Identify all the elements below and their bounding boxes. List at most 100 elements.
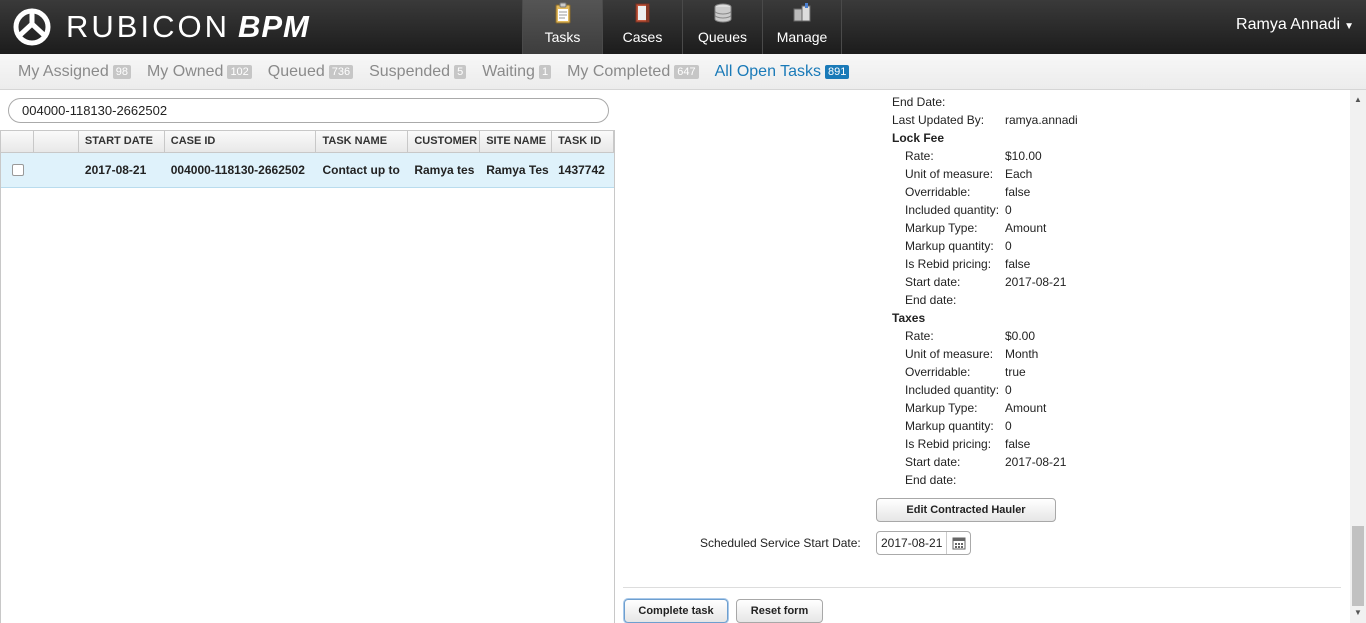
last-updated-label: Last Updated By: — [892, 113, 985, 127]
lock-fee-included-label: Included quantity: — [905, 203, 1000, 217]
count-badge: 736 — [328, 64, 354, 79]
taxes-markup-qty-label: Markup quantity: — [905, 419, 994, 433]
taxes-end-label: End date: — [905, 473, 957, 487]
taxes-title: Taxes — [892, 311, 926, 325]
tab-cases[interactable]: Cases — [602, 0, 682, 54]
lock-fee-rebid-label: Is Rebid pricing: — [905, 257, 992, 271]
cell-start-date: 2017-08-21 — [84, 163, 147, 177]
taxes-included: 0 — [1005, 383, 1012, 397]
lock-fee-overridable-label: Overridable: — [905, 185, 971, 199]
tab-queues-label: Queues — [697, 29, 748, 45]
tab-manage-label: Manage — [776, 29, 828, 45]
count-badge: 98 — [112, 64, 131, 79]
count-badge: 1 — [538, 64, 552, 79]
manage-icon — [793, 3, 811, 22]
divider — [623, 587, 1341, 588]
header-task-name[interactable]: TASK NAME — [316, 131, 409, 152]
lock-fee-markup-qty-label: Markup quantity: — [905, 239, 994, 253]
cell-site-name: Ramya Tes — [486, 163, 549, 177]
taxes-uom-label: Unit of measure: — [905, 347, 994, 361]
count-badge: 891 — [825, 64, 850, 79]
header-task-id[interactable]: TASK ID — [552, 131, 615, 152]
header-blank — [34, 131, 79, 152]
filter-my-completed[interactable]: My Completed 647 — [567, 63, 699, 81]
scroll-down-icon[interactable]: ▼ — [1350, 605, 1366, 621]
header-customer[interactable]: CUSTOMER — [408, 131, 481, 152]
folder-icon — [635, 3, 649, 23]
lock-fee-uom-label: Unit of measure: — [905, 167, 994, 181]
cell-customer: Ramya tes — [414, 163, 475, 177]
taxes-uom: Month — [1005, 347, 1039, 361]
app-logo[interactable]: RUBICON BPM — [10, 7, 310, 47]
lock-fee-rate: $10.00 — [1005, 149, 1042, 163]
taxes-overridable-label: Overridable: — [905, 365, 971, 379]
row-checkbox[interactable] — [12, 164, 24, 176]
filter-my-owned[interactable]: My Owned 102 — [147, 63, 252, 81]
search-input[interactable]: 004000-118130-2662502 — [8, 98, 609, 123]
count-badge: 5 — [454, 64, 467, 79]
edit-contracted-hauler-button[interactable]: Edit Contracted Hauler — [876, 498, 1056, 522]
lock-fee-start: 2017-08-21 — [1005, 275, 1067, 289]
filter-my-assigned[interactable]: My Assigned 98 — [18, 63, 131, 81]
cell-task-name: Contact up to — [322, 163, 400, 177]
lock-fee-rate-label: Rate: — [905, 149, 934, 163]
taxes-rate: $0.00 — [1005, 329, 1036, 343]
lock-fee-markup-type: Amount — [1005, 221, 1047, 235]
taxes-overridable: true — [1005, 365, 1026, 379]
scroll-up-icon[interactable]: ▲ — [1350, 92, 1366, 108]
header-select[interactable] — [1, 131, 34, 152]
tab-manage[interactable]: Manage — [762, 0, 842, 54]
header-case-id[interactable]: CASE ID — [165, 131, 317, 152]
header-site-name[interactable]: SITE NAME — [480, 131, 553, 152]
user-menu[interactable]: Ramya Annadi ▼ — [1236, 16, 1354, 34]
grid-header: START DATE CASE ID TASK NAME CUSTOMER SI… — [1, 131, 615, 153]
database-icon — [714, 3, 731, 23]
clipboard-icon — [555, 2, 570, 24]
calendar-icon[interactable] — [946, 532, 970, 554]
lock-fee-included: 0 — [1005, 203, 1012, 217]
filter-queued[interactable]: Queued 736 — [268, 63, 354, 81]
last-updated-value: ramya.annadi — [1005, 113, 1078, 127]
reset-form-button[interactable]: Reset form — [736, 599, 823, 623]
taxes-markup-qty: 0 — [1005, 419, 1012, 433]
scrollbar-thumb[interactable] — [1352, 526, 1364, 606]
table-row[interactable]: 2017-08-21 004000-118130-2662502 Contact… — [1, 153, 614, 188]
cell-task-id: 1437742 — [558, 163, 605, 177]
taxes-included-label: Included quantity: — [905, 383, 1000, 397]
end-date-label: End Date: — [892, 95, 946, 109]
cell-case-id: 004000-118130-2662502 — [170, 163, 305, 177]
count-badge: 102 — [227, 64, 252, 79]
main-nav-tabs: Tasks Cases Queues Manage — [522, 0, 842, 54]
taxes-markup-type: Amount — [1005, 401, 1047, 415]
scheduled-start-date-value: 2017-08-21 — [881, 536, 943, 550]
filter-suspended[interactable]: Suspended 5 — [369, 63, 467, 81]
header-start-date[interactable]: START DATE — [79, 131, 165, 152]
count-badge: 647 — [674, 64, 699, 79]
lock-fee-title: Lock Fee — [892, 131, 945, 145]
lock-fee-overridable: false — [1005, 185, 1031, 199]
complete-task-button[interactable]: Complete task — [624, 599, 728, 623]
row-select-cell — [1, 153, 34, 187]
tab-tasks[interactable]: Tasks — [522, 0, 602, 54]
lock-fee-uom: Each — [1005, 167, 1033, 181]
lock-fee-markup-type-label: Markup Type: — [905, 221, 978, 235]
taxes-rebid-label: Is Rebid pricing: — [905, 437, 992, 451]
tab-tasks-label: Tasks — [544, 29, 581, 45]
detail-scrollbar[interactable]: ▲ ▼ — [1350, 90, 1366, 623]
lock-fee-end-label: End date: — [905, 293, 957, 307]
scheduled-start-label: Scheduled Service Start Date: — [700, 536, 861, 550]
taxes-rate-label: Rate: — [905, 329, 934, 343]
chevron-down-icon: ▼ — [1344, 21, 1354, 32]
tab-cases-label: Cases — [622, 29, 663, 45]
task-grid: START DATE CASE ID TASK NAME CUSTOMER SI… — [0, 130, 615, 623]
filter-waiting[interactable]: Waiting 1 — [482, 63, 552, 81]
user-name: Ramya Annadi — [1236, 16, 1341, 33]
lock-fee-start-label: Start date: — [905, 275, 961, 289]
scheduled-start-date-field[interactable]: 2017-08-21 — [876, 531, 971, 555]
task-detail-pane: End Date: Last Updated By: ramya.annadi … — [615, 90, 1350, 623]
rubicon-logo-icon — [13, 8, 51, 46]
tab-queues[interactable]: Queues — [682, 0, 762, 54]
taxes-rebid: false — [1005, 437, 1031, 451]
filter-all-open-tasks[interactable]: All Open Tasks 891 — [715, 63, 850, 81]
task-filter-bar: My Assigned 98 My Owned 102 Queued 736 Susp… — [0, 54, 1366, 90]
